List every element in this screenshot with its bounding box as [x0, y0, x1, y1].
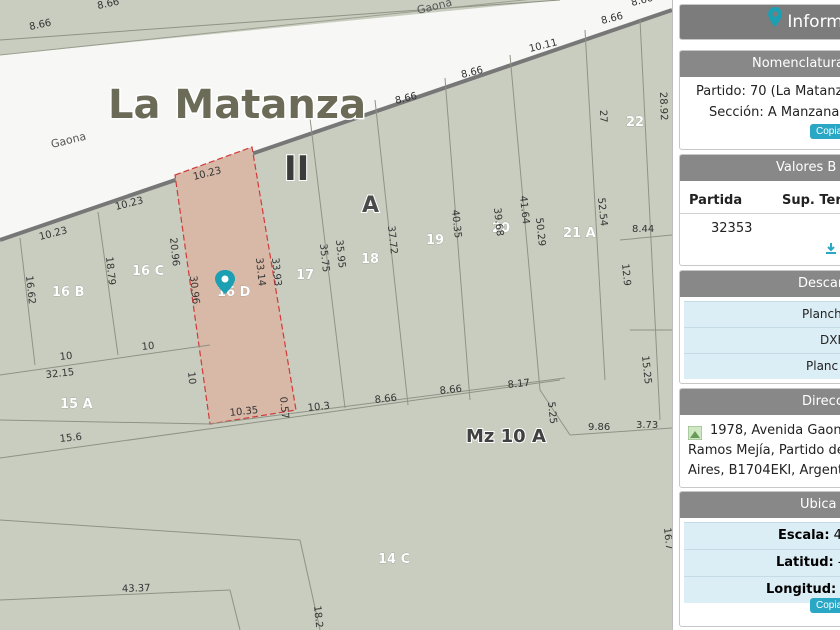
info-panel-title: Informa [787, 12, 840, 32]
descargas-card: Descar Planch DXF Planc [679, 270, 840, 384]
dimension-label: 12.9 [619, 263, 632, 286]
dimension-label: 8.66 [439, 384, 462, 397]
section-letter-label: A [362, 193, 379, 218]
lot-label: 22 [626, 115, 644, 130]
download-dxf-item[interactable]: DXF [684, 327, 840, 353]
dimension-label: 10 [141, 341, 155, 353]
address-line-2: Ramos Mejía, Partido de [688, 443, 840, 458]
download-icon[interactable] [824, 241, 838, 260]
lot-label: 16 B [52, 285, 85, 300]
dimension-label: 3.73 [636, 420, 658, 431]
col-sup-terr: Sup. Terr [782, 193, 840, 208]
valores-card: Valores B Partida Sup. Terr 32353 [679, 154, 840, 266]
address-line-3: Aires, B1704EKI, Argenti [688, 463, 840, 478]
dimension-label: 10.3 [307, 401, 330, 414]
partida-value: 32353 [711, 221, 753, 236]
nomenclatura-title: Nomenclatura [680, 51, 840, 77]
dimension-label: 18.2 [311, 605, 324, 628]
manzana-label: Mz 10 A [466, 426, 546, 447]
partido-line: Partido: 70 (La Matanza [696, 84, 840, 99]
col-partida: Partida [689, 193, 743, 208]
escala-row: Escala: 4 [684, 522, 840, 549]
map-title: La Matanza [108, 82, 366, 128]
copy-coordinates-button[interactable]: Copia [810, 598, 840, 613]
info-panel-header: Informa [679, 4, 840, 40]
dimension-label: 28.92 [657, 92, 669, 121]
lot-label: 16 C [132, 264, 164, 279]
latitud-row: Latitud: -3 [684, 549, 840, 576]
ubicacion-title: Ubica [680, 492, 840, 518]
direccion-title: Direcc [680, 389, 840, 415]
lot-label: 18 [361, 252, 379, 267]
dimension-label: 8.17 [507, 378, 530, 391]
info-panel: Informa Nomenclatura Partido: 70 (La Mat… [672, 0, 840, 630]
map-pin-icon [768, 5, 782, 39]
download-plano-item[interactable]: Planc [684, 353, 840, 379]
seccion-line: Sección: A Manzana: [709, 105, 840, 120]
valores-title: Valores B [680, 155, 840, 181]
longitud-label: Longitud: [766, 582, 837, 597]
direccion-card: Direcc 1978, Avenida Gaona Ramos Mejía, … [679, 388, 840, 488]
map-canvas[interactable]: La Matanza II A Mz 10 A Gaona Gaona 16 B… [0, 0, 672, 630]
download-planchas-item[interactable]: Planch [684, 301, 840, 327]
ubicacion-card: Ubica Escala: 4 Latitud: -3 Longitud: -5… [679, 491, 840, 627]
descargas-title: Descar [680, 271, 840, 297]
lot-label: 15 A [60, 397, 93, 412]
dimension-label: 43.37 [122, 583, 151, 595]
escala-value: 4 [834, 528, 840, 543]
dimension-label: 27 [597, 110, 608, 123]
section-roman-label: II [284, 149, 309, 189]
nomenclatura-card: Nomenclatura Partido: 70 (La Matanza Sec… [679, 50, 840, 150]
copy-nomenclatura-button[interactable]: Copia [810, 124, 840, 139]
dimension-label: 5.25 [545, 401, 558, 424]
escala-label: Escala: [778, 528, 830, 543]
lot-label: 21 A [563, 226, 596, 241]
dimension-label: 9.86 [588, 422, 610, 433]
lot-label: 17 [296, 268, 314, 283]
dimension-label: 10 [185, 371, 197, 385]
latitud-label: Latitud: [776, 555, 834, 570]
dimension-label: 10 [59, 351, 73, 363]
dimension-label: 8.66 [374, 393, 397, 406]
dimension-label: 15.6 [59, 432, 82, 445]
dimension-label: 8.44 [632, 224, 654, 235]
map-thumbnail-icon [687, 425, 703, 444]
lot-label: 14 C [378, 552, 410, 567]
dimension-label: 0.57 [277, 396, 290, 419]
address-line-1: 1978, Avenida Gaona [710, 423, 840, 438]
lot-label: 19 [426, 233, 444, 248]
